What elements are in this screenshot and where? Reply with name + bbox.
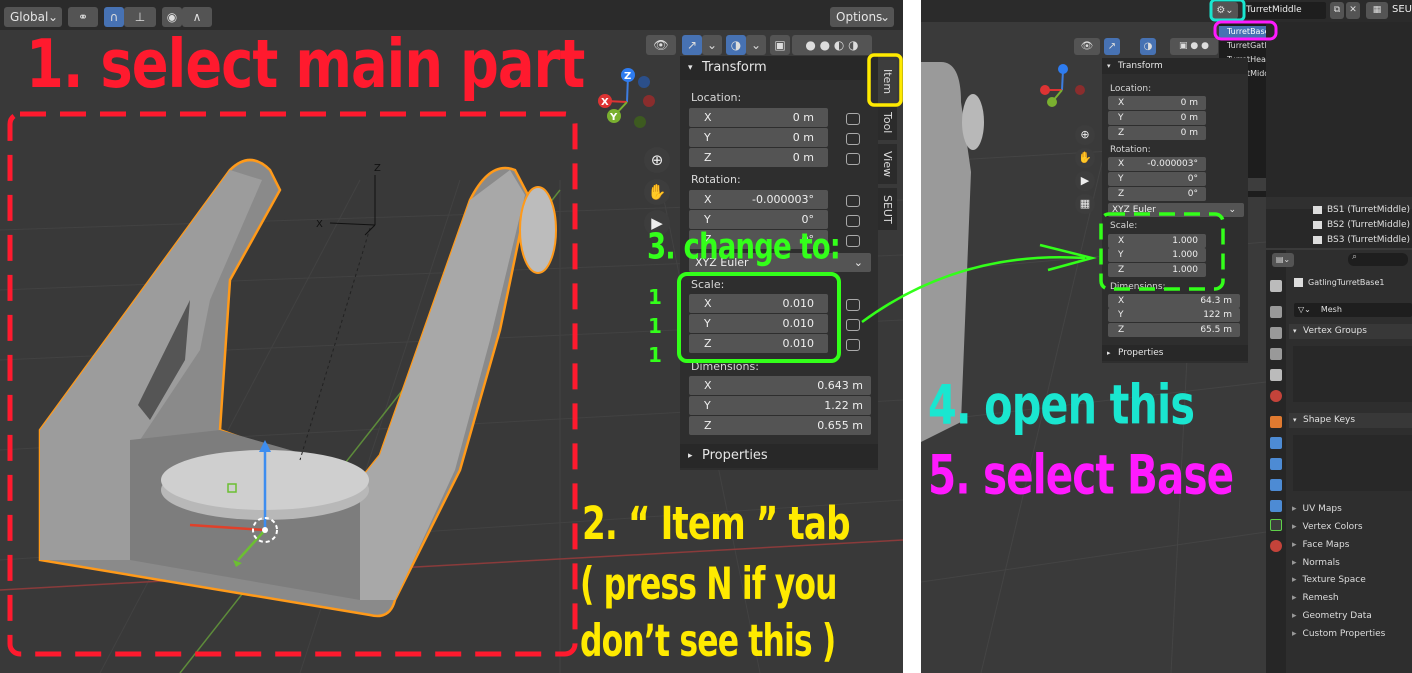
collection-type-highlight [1209,0,1246,22]
step3-value-y: 1 [648,314,662,338]
step3-value-z: 1 [648,343,662,367]
step3-annotation: 3. change to: [647,226,841,268]
step2-annotation-line2: ( press N if you [580,558,837,610]
step1-annotation: 1. select main part [26,26,585,104]
turretbase-highlight [1213,20,1278,41]
scale-highlight-right [1099,212,1225,291]
step3-value-x: 1 [648,285,662,309]
item-tab-highlight [867,53,903,107]
step2-annotation-line3: don’t see this ) [580,615,836,667]
scale-highlight [677,272,841,363]
arrow-line [861,256,1086,324]
step2-annotation-line1: 2. “ Item ” tab [582,497,851,550]
step4-annotation: 4. open this [928,373,1195,437]
select-main-part-box [7,111,578,657]
step5-annotation: 5. select Base [928,443,1234,507]
